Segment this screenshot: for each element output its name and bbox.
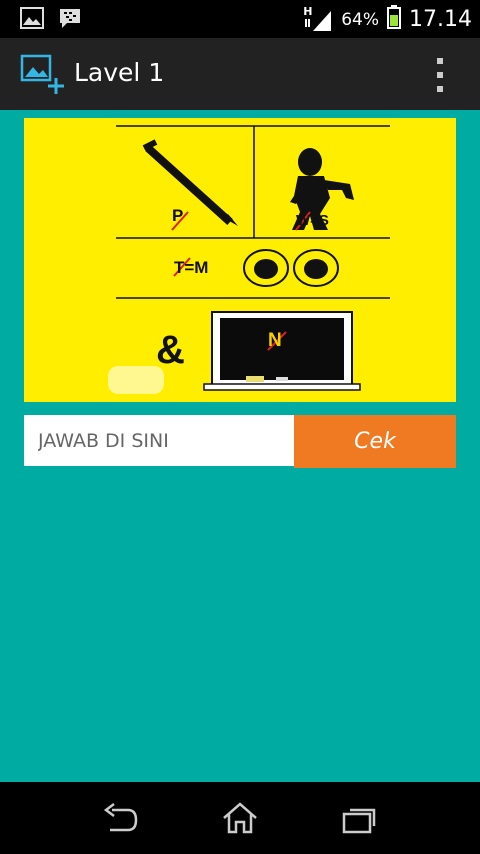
action-bar: Lavel 1 [0,38,480,112]
answer-input[interactable] [24,415,294,466]
signal-icon: H [303,5,333,33]
puzzle-image: P W=S T=M & N [24,118,456,402]
puzzle-text-tm: T=M [174,258,209,277]
battery-icon [387,5,402,34]
puzzle-text-n: N [268,330,282,351]
status-bar: H 64% 17.14 [0,0,480,38]
nail-drawing [142,139,238,226]
gallery-icon [20,7,44,33]
home-icon[interactable] [220,800,260,840]
page-title: Lavel 1 [74,58,165,87]
eyes-drawing [243,249,339,287]
puzzle-text-ws: W=S [296,212,329,229]
main-content: P W=S T=M & N Cek [0,110,480,782]
blackboard-drawing [203,311,361,391]
puzzle-text-ampersand: & [156,328,185,372]
overflow-menu-icon[interactable] [430,58,450,92]
add-image-icon[interactable] [20,54,66,98]
battery-percent: 64% [341,9,380,30]
check-button[interactable]: Cek [294,415,456,468]
bbm-icon [58,7,82,33]
clock: 17.14 [409,7,472,32]
navigation-bar [0,782,480,854]
back-icon[interactable] [100,800,140,840]
recent-apps-icon[interactable] [340,800,380,840]
puzzle-text-p: P [172,206,184,225]
